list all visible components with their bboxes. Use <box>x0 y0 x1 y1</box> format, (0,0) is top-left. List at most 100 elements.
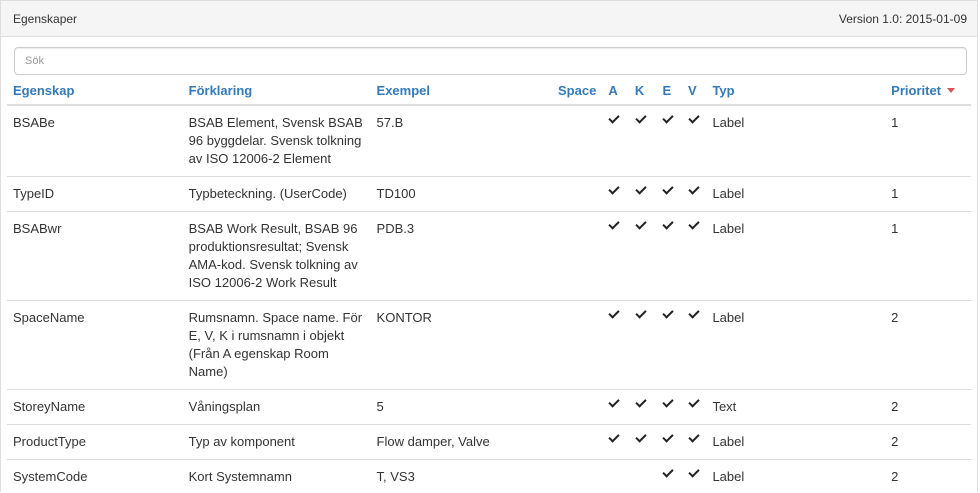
cell-e <box>656 176 682 212</box>
cell-k <box>628 300 657 390</box>
table-row: ProductType Typ av komponent Flow damper, … <box>7 424 971 460</box>
cell-space <box>544 176 603 212</box>
column-header-egenskap[interactable]: Egenskap <box>7 77 183 106</box>
table-row: SpaceName Rumsnamn. Space name. För E, V,… <box>7 300 971 390</box>
table-row: TypeID Typbeteckning. (UserCode) TD100 Labe… <box>7 176 971 212</box>
cell-a <box>602 105 629 177</box>
table-row: BSABwr BSAB Work Result, BSAB 96 produkti… <box>7 211 971 301</box>
cell-space <box>544 424 603 460</box>
version-label: Version 1.0: 2015-01-09 <box>838 11 967 26</box>
check-icon <box>688 221 700 233</box>
cell-exempel: Flow damper, Valve <box>370 424 545 460</box>
check-icon <box>635 186 647 198</box>
cell-typ: Label <box>706 424 886 460</box>
cell-k <box>628 424 657 460</box>
check-icon <box>662 399 674 411</box>
cell-exempel: KONTOR <box>370 300 545 390</box>
cell-v <box>681 211 707 301</box>
properties-table: Egenskap Förklaring Exempel Space A K E … <box>7 77 971 492</box>
check-icon <box>635 115 647 127</box>
column-header-exempel[interactable]: Exempel <box>370 77 545 106</box>
properties-panel: Egenskaper Version 1.0: 2015-01-09 Egens… <box>0 0 978 492</box>
cell-e <box>656 459 682 492</box>
cell-forklaring: BSAB Work Result, BSAB 96 produktionsres… <box>182 211 371 301</box>
column-header-k[interactable]: K <box>628 77 657 106</box>
check-icon <box>688 115 700 127</box>
check-icon <box>688 186 700 198</box>
cell-k <box>629 105 657 177</box>
cell-v <box>681 300 707 390</box>
check-icon <box>635 434 647 446</box>
check-icon <box>635 399 647 411</box>
column-header-prioritet[interactable]: Prioritet <box>885 77 971 106</box>
cell-exempel: 5 <box>370 389 545 425</box>
cell-v <box>681 389 707 425</box>
table-body: BSABe BSAB Element, Svensk BSAB 96 byggde… <box>7 105 971 492</box>
cell-space <box>544 105 602 177</box>
cell-k <box>628 176 657 212</box>
check-icon <box>662 310 674 322</box>
column-header-prioritet-label: Prioritet <box>891 83 941 98</box>
cell-space <box>544 389 603 425</box>
check-icon <box>635 310 647 322</box>
table-row: SystemCode Kort Systemnamn T, VS3 Label 2 <box>7 459 971 492</box>
check-icon <box>608 115 620 127</box>
caret-down-icon <box>947 88 955 94</box>
cell-typ: Label <box>706 176 886 212</box>
cell-a <box>602 459 629 492</box>
table-row: StoreyName Våningsplan 5 Text 2 <box>7 389 971 425</box>
cell-a <box>602 424 629 460</box>
check-icon <box>688 310 700 322</box>
cell-prioritet: 1 <box>885 176 971 212</box>
cell-egenskap: BSABe <box>13 115 55 130</box>
check-icon <box>608 310 620 322</box>
cell-forklaring: Rumsnamn. Space name. För E, V, K i rums… <box>182 300 371 390</box>
cell-e <box>656 105 682 177</box>
column-header-v[interactable]: V <box>681 77 707 106</box>
cell-egenskap: StoreyName <box>7 389 183 425</box>
check-icon <box>662 115 674 127</box>
cell-egenskap: SpaceName <box>7 300 183 390</box>
check-icon <box>608 399 620 411</box>
panel-title: Egenskaper <box>13 11 78 26</box>
cell-a <box>602 300 629 390</box>
cell-prioritet: 2 <box>885 300 971 390</box>
cell-egenskap: SystemCode <box>7 459 183 492</box>
cell-typ: Label <box>706 300 886 390</box>
column-header-e[interactable]: E <box>656 77 682 106</box>
cell-space <box>544 459 603 492</box>
cell-e <box>656 211 682 301</box>
check-icon <box>662 186 674 198</box>
cell-egenskap: ProductType <box>7 424 183 460</box>
table-header-row: Egenskap Förklaring Exempel Space A K E … <box>7 77 971 106</box>
cell-a <box>602 389 629 425</box>
cell-e <box>656 424 682 460</box>
cell-forklaring: Typ av komponent <box>182 424 371 460</box>
cell-forklaring: Våningsplan <box>182 389 371 425</box>
cell-exempel: TD100 <box>370 176 545 212</box>
column-header-space[interactable]: Space <box>544 77 603 106</box>
cell-typ: Label <box>712 115 745 130</box>
column-header-a[interactable]: A <box>602 77 629 106</box>
cell-prioritet: 2 <box>885 459 971 492</box>
cell-prioritet: 1 <box>891 115 899 130</box>
cell-typ: Label <box>706 211 886 301</box>
cell-forklaring: Kort Systemnamn <box>182 459 371 492</box>
search-input[interactable] <box>14 47 967 75</box>
check-icon <box>688 434 700 446</box>
cell-typ: Text <box>706 389 886 425</box>
check-icon <box>608 221 620 233</box>
cell-typ: Label <box>706 459 886 492</box>
cell-forklaring: BSAB Element, Svensk BSAB 96 byggdelar. … <box>188 115 363 166</box>
cell-v <box>681 424 707 460</box>
cell-space <box>544 211 603 301</box>
panel-body: Egenskap Förklaring Exempel Space A K E … <box>1 37 977 492</box>
cell-v <box>682 105 707 177</box>
cell-exempel: 57.B <box>376 115 404 130</box>
check-icon <box>662 221 674 233</box>
column-header-typ[interactable]: Typ <box>706 77 886 106</box>
cell-a <box>602 211 629 301</box>
cell-k <box>628 459 657 492</box>
check-icon <box>635 221 647 233</box>
column-header-forklaring[interactable]: Förklaring <box>182 77 371 106</box>
